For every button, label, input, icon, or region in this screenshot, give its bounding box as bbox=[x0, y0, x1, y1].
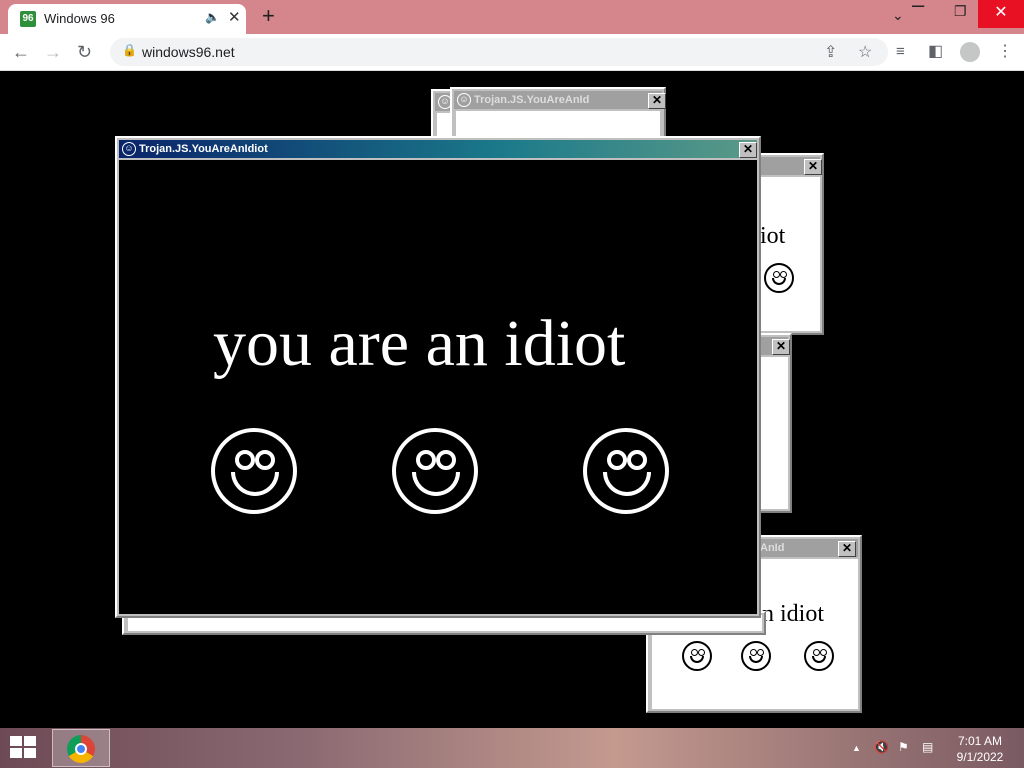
smiley-icon bbox=[682, 641, 712, 671]
window-close-button[interactable]: ✕ bbox=[838, 541, 856, 557]
browser-toolbar: ← → ↻ 🔒 windows96.net ⇪ ☆ ≡ ◧ ⋮ bbox=[0, 34, 1024, 71]
tab-close-icon[interactable]: ✕ bbox=[228, 8, 241, 26]
browser-tab-windows96[interactable]: 96 Windows 96 🔈 ✕ bbox=[8, 4, 246, 34]
forward-arrow-icon[interactable]: → bbox=[44, 41, 62, 63]
flag-alert-icon[interactable]: ⚑ bbox=[898, 740, 909, 754]
network-icon[interactable]: ▤ bbox=[922, 740, 933, 754]
system-clock[interactable]: 7:01 AM 9/1/2022 bbox=[950, 733, 1010, 765]
windows-start-icon[interactable] bbox=[10, 736, 38, 760]
tab-search-chevron-icon[interactable]: ⌄ bbox=[892, 6, 904, 24]
menu-kebab-icon[interactable]: ⋮ bbox=[997, 41, 1013, 63]
window-close-button[interactable]: ✕ bbox=[978, 0, 1024, 28]
windows96-favicon-icon: 96 bbox=[20, 11, 36, 27]
window-close-button[interactable]: ✕ bbox=[772, 339, 790, 355]
clock-date: 9/1/2022 bbox=[956, 750, 1004, 764]
taskbar-chrome-button[interactable] bbox=[52, 729, 110, 767]
window-title: Trojan.JS.YouAreAnIdiot bbox=[139, 143, 268, 155]
smiley-icon: ☺ bbox=[122, 142, 136, 156]
bookmark-star-icon[interactable]: ☆ bbox=[858, 42, 872, 62]
idiot-text: you are an idiot bbox=[213, 307, 626, 380]
chrome-icon bbox=[67, 735, 95, 763]
tab-title: Windows 96 bbox=[44, 11, 115, 26]
window-close-button[interactable]: ✕ bbox=[739, 142, 757, 158]
new-tab-button[interactable]: + bbox=[262, 4, 275, 28]
address-bar[interactable]: 🔒 windows96.net ⇪ ☆ bbox=[110, 38, 888, 66]
smiley-icon bbox=[392, 428, 478, 514]
smiley-icon: ☺ bbox=[457, 93, 471, 107]
smiley-icon bbox=[764, 263, 794, 293]
smiley-icon bbox=[211, 428, 297, 514]
volume-muted-icon[interactable]: 🔇 bbox=[874, 740, 889, 754]
restore-button[interactable]: ❐ bbox=[954, 2, 967, 20]
window-title-bar[interactable]: ☺ Trojan.JS.YouAreAnIdiot bbox=[119, 140, 757, 158]
popup-window-main[interactable]: ☺ Trojan.JS.YouAreAnIdiot ✕ you are an i… bbox=[115, 136, 761, 618]
profile-avatar-icon[interactable] bbox=[960, 42, 980, 62]
minimize-button[interactable]: – bbox=[912, 0, 924, 16]
back-arrow-icon[interactable]: ← bbox=[12, 41, 30, 63]
idiot-text: n idiot bbox=[762, 601, 825, 627]
window-body: you are an idiot bbox=[119, 160, 757, 614]
window-title-bar[interactable]: ☺ Trojan.JS.YouAreAnId bbox=[454, 91, 662, 109]
lock-icon[interactable]: 🔒 bbox=[122, 43, 137, 57]
window-close-button[interactable]: ✕ bbox=[648, 93, 666, 109]
clock-time: 7:01 AM bbox=[957, 734, 1003, 748]
url-text[interactable]: windows96.net bbox=[142, 44, 235, 60]
share-icon[interactable]: ⇪ bbox=[824, 42, 837, 62]
media-control-icon[interactable]: ≡ bbox=[896, 41, 905, 63]
smiley-icon bbox=[804, 641, 834, 671]
window-title: AnId bbox=[760, 542, 785, 554]
idiot-text: iot bbox=[760, 223, 786, 249]
smiley-icon bbox=[583, 428, 669, 514]
speaker-icon[interactable]: 🔈 bbox=[205, 10, 220, 24]
window-title: Trojan.JS.YouAreAnId bbox=[474, 94, 590, 106]
reload-icon[interactable]: ↻ bbox=[77, 41, 92, 63]
tray-overflow-arrow-icon[interactable]: ▲ bbox=[852, 743, 861, 753]
page-viewport: ☺ ☺ Trojan.JS.YouAreAnId ✕ ✕ iot ✕ AnId … bbox=[0, 71, 1024, 728]
side-panel-icon[interactable]: ◧ bbox=[928, 41, 943, 63]
os-taskbar: ▲ 🔇 ⚑ ▤ 7:01 AM 9/1/2022 bbox=[0, 728, 1024, 768]
smiley-icon bbox=[741, 641, 771, 671]
window-close-button[interactable]: ✕ bbox=[804, 159, 822, 175]
browser-tab-bar: 96 Windows 96 🔈 ✕ + ⌄ – ❐ ✕ bbox=[0, 0, 1024, 34]
